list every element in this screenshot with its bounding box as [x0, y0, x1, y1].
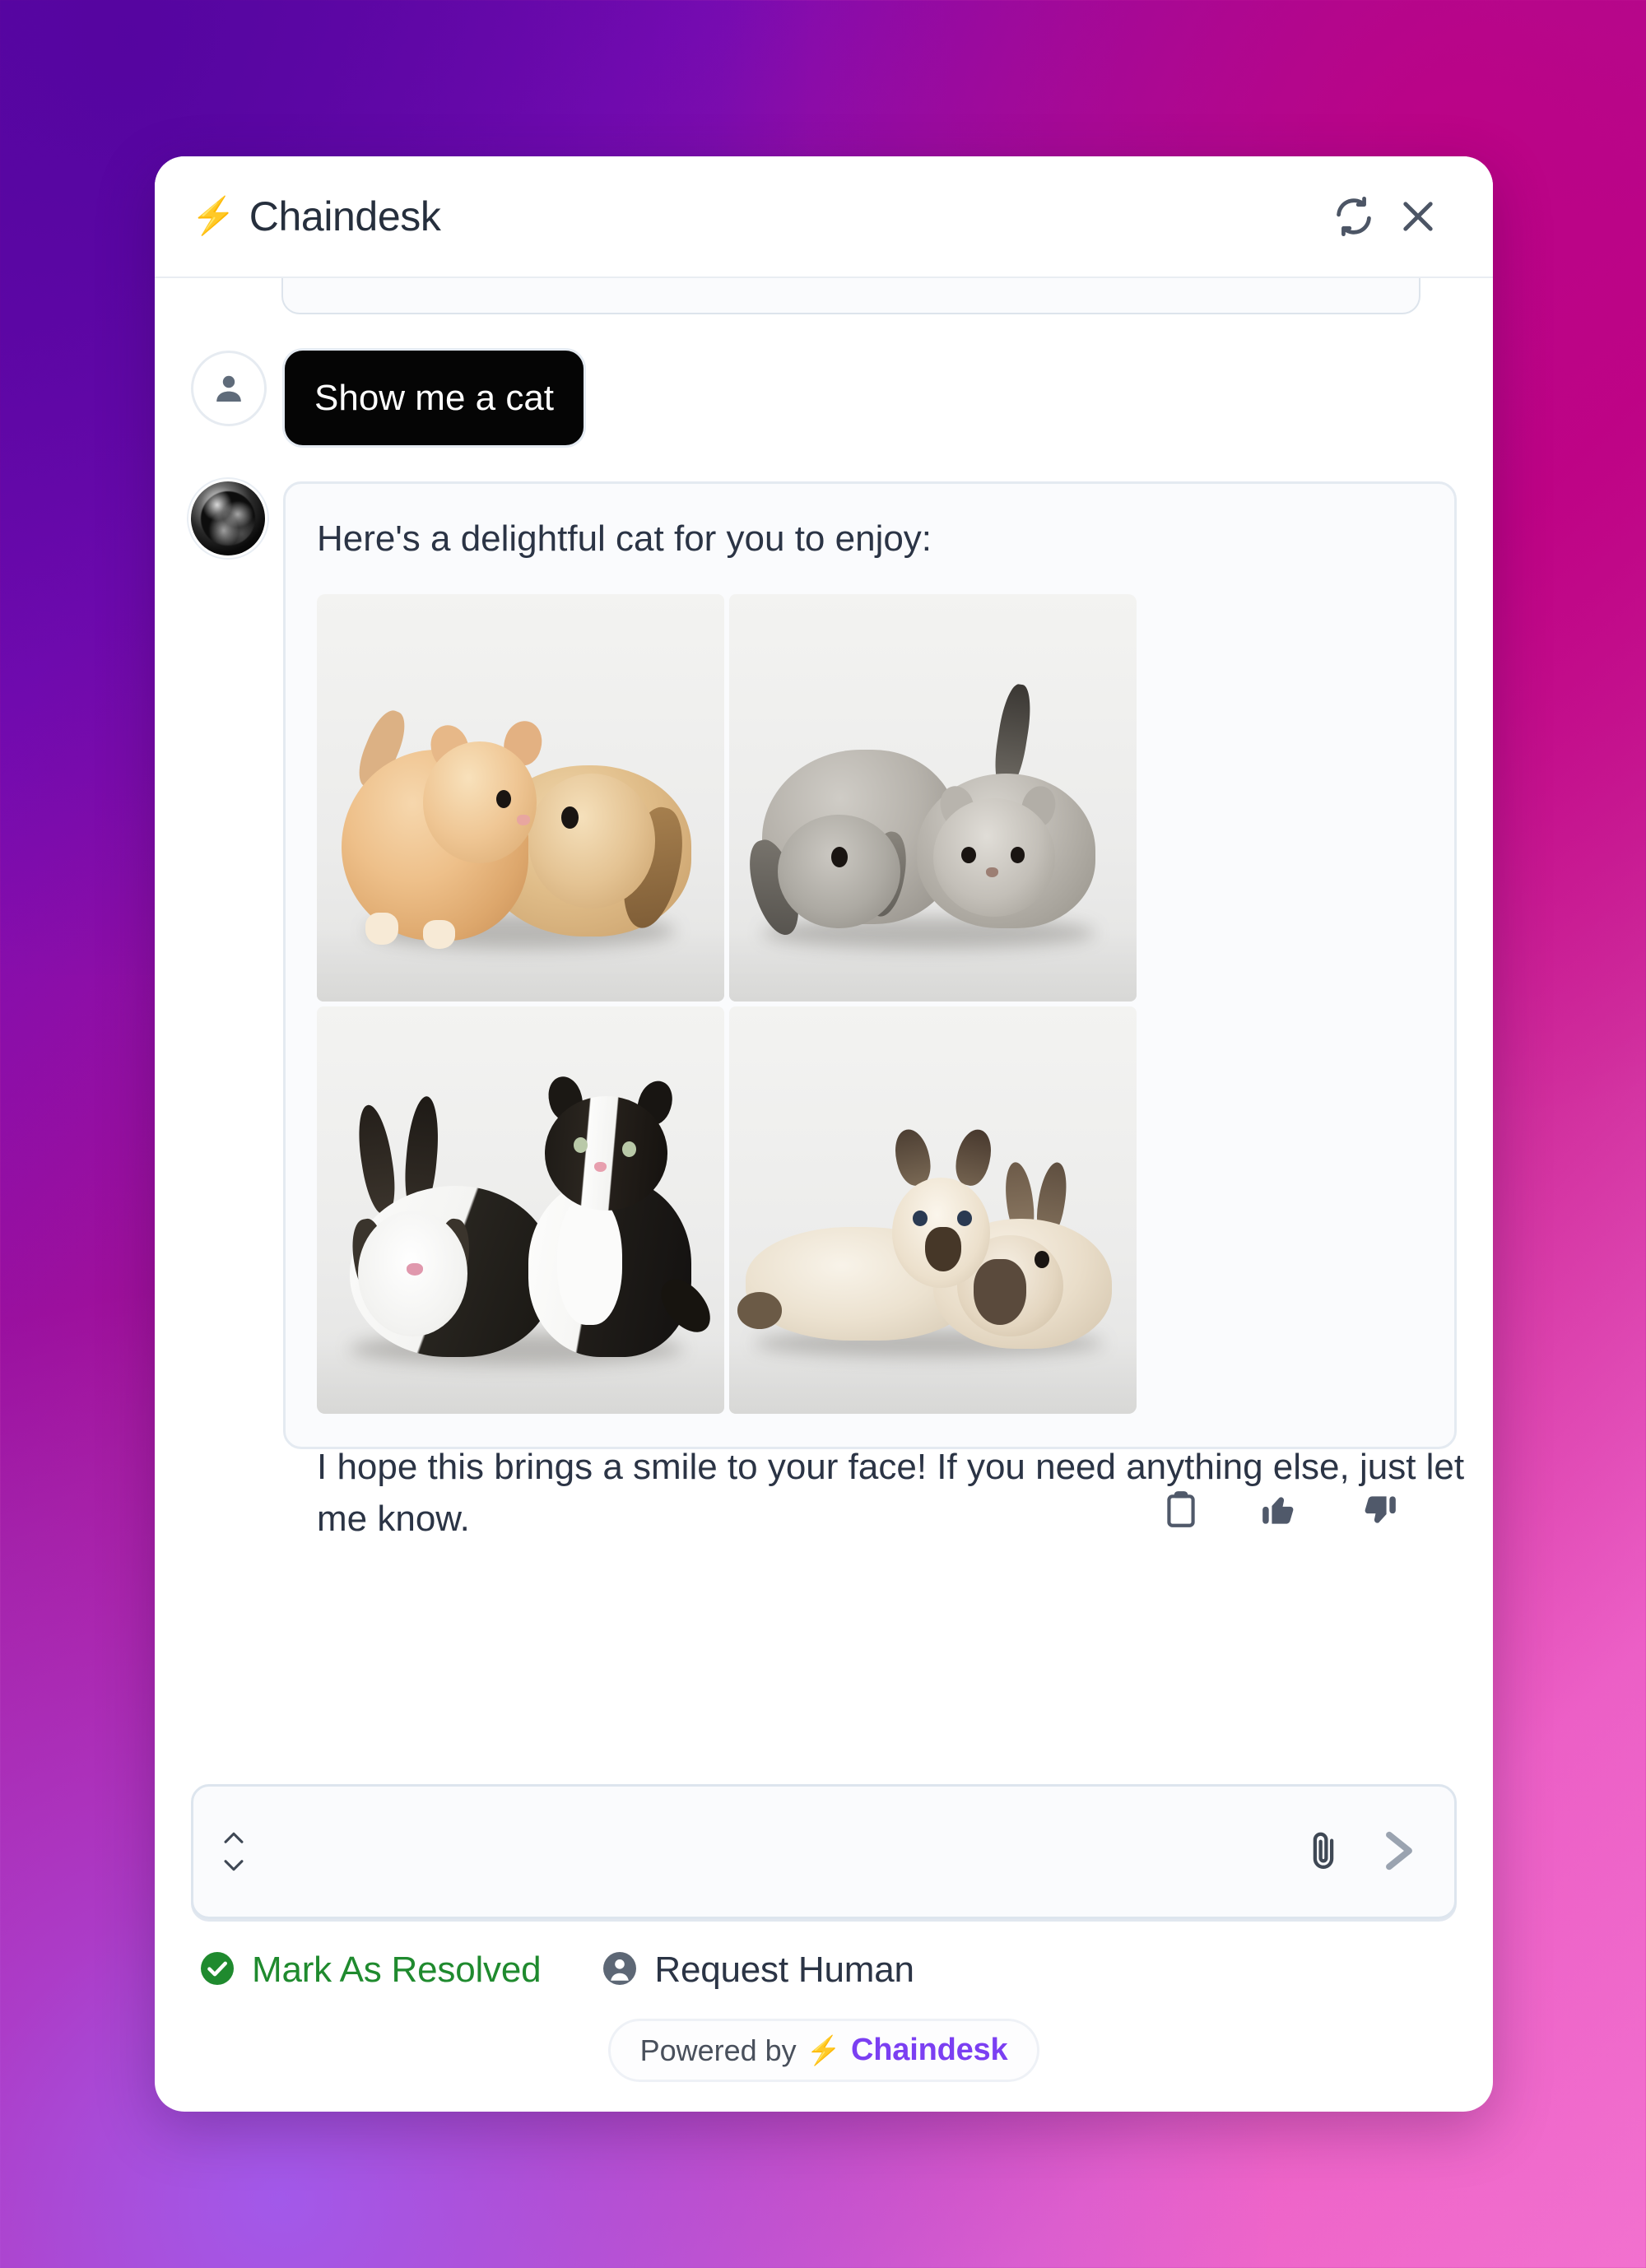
kitten-eye-right	[957, 1210, 972, 1226]
paw	[422, 920, 456, 950]
scrolled-previous-message	[281, 278, 1420, 314]
agent-tail-text: I hope this brings a smile to your face!…	[317, 1447, 1465, 1539]
paperclip-icon	[1301, 1829, 1346, 1875]
cat-image-grid	[317, 594, 1137, 1415]
chevron-up-down-icon[interactable]	[215, 1821, 253, 1882]
kitten-head	[932, 797, 1055, 917]
person-circle-icon	[600, 1949, 639, 1991]
rabbit-head	[528, 774, 655, 909]
agent-lead-text: Here's a delightful cat for you to enjoy…	[317, 518, 932, 559]
kitten-chest	[557, 1194, 623, 1325]
widget-header: ⚡ Chaindesk	[155, 156, 1493, 278]
action-bar: Mark As Resolved Request Human	[155, 1919, 1493, 1991]
request-human-button[interactable]: Request Human	[600, 1949, 914, 1991]
chat-widget-window: ⚡ Chaindesk Show me a cat Here's a delig…	[155, 156, 1493, 2112]
composer-area	[155, 1756, 1493, 1919]
composer	[191, 1784, 1457, 1919]
message-list[interactable]: Show me a cat Here's a delightful cat fo…	[155, 278, 1493, 1756]
send-arrow-icon	[1375, 1827, 1423, 1877]
send-button[interactable]	[1369, 1821, 1430, 1882]
cat-image-3[interactable]	[317, 1006, 724, 1415]
message-row-user: Show me a cat	[191, 351, 1457, 445]
kitten-eye-right	[622, 1141, 637, 1157]
attach-button[interactable]	[1293, 1821, 1354, 1882]
rabbit-eye	[561, 806, 579, 829]
kitten-head	[422, 741, 537, 864]
rabbit-head	[778, 814, 900, 929]
kitten-nose	[985, 867, 998, 877]
powered-by-label: Powered by	[639, 2033, 797, 2067]
brand: ⚡ Chaindesk	[191, 193, 441, 240]
cat-image-1[interactable]	[317, 594, 724, 1002]
mark-as-resolved-label: Mark As Resolved	[252, 1949, 542, 1990]
lightning-bolt-icon: ⚡	[806, 2034, 842, 2066]
widget-footer: Powered by ⚡ Chaindesk	[155, 1991, 1493, 2112]
kitten-head	[545, 1096, 667, 1211]
kitten-tail-tip	[737, 1291, 783, 1329]
kitten-nose	[516, 814, 531, 825]
close-icon	[1397, 195, 1439, 238]
request-human-label: Request Human	[654, 1949, 914, 1990]
kitten-eye-left	[573, 1136, 588, 1153]
powered-by-badge[interactable]: Powered by ⚡ Chaindesk	[607, 2019, 1040, 2082]
refresh-icon	[1332, 195, 1375, 238]
kitten-eye-left	[961, 847, 976, 864]
kitten-eye	[495, 790, 511, 808]
lightning-bolt-icon: ⚡	[191, 196, 236, 236]
kitten-eye-left	[912, 1210, 928, 1226]
message-row-agent: Here's a delightful cat for you to enjoy…	[191, 481, 1464, 1539]
agent-message-bubble: Here's a delightful cat for you to enjoy…	[283, 481, 1464, 1539]
check-circle-icon	[198, 1949, 237, 1991]
page-title: Chaindesk	[249, 193, 441, 239]
mark-as-resolved-button[interactable]: Mark As Resolved	[198, 1949, 542, 1991]
rabbit-face-mask	[974, 1259, 1027, 1325]
cat-image-2[interactable]	[729, 594, 1137, 1002]
paw	[365, 912, 398, 946]
user-avatar-icon	[191, 351, 267, 426]
cat-image-4[interactable]	[729, 1006, 1137, 1415]
kitten-face-mask	[924, 1226, 962, 1272]
close-button[interactable]	[1386, 184, 1450, 249]
powered-by-brand: Chaindesk	[851, 2033, 1008, 2067]
message-input[interactable]	[267, 1787, 1278, 1917]
user-message-bubble: Show me a cat	[285, 351, 584, 445]
agent-avatar-orb-icon	[191, 481, 265, 555]
rabbit-eye	[830, 847, 848, 868]
rabbit-nose	[406, 1263, 423, 1276]
refresh-button[interactable]	[1322, 184, 1386, 249]
